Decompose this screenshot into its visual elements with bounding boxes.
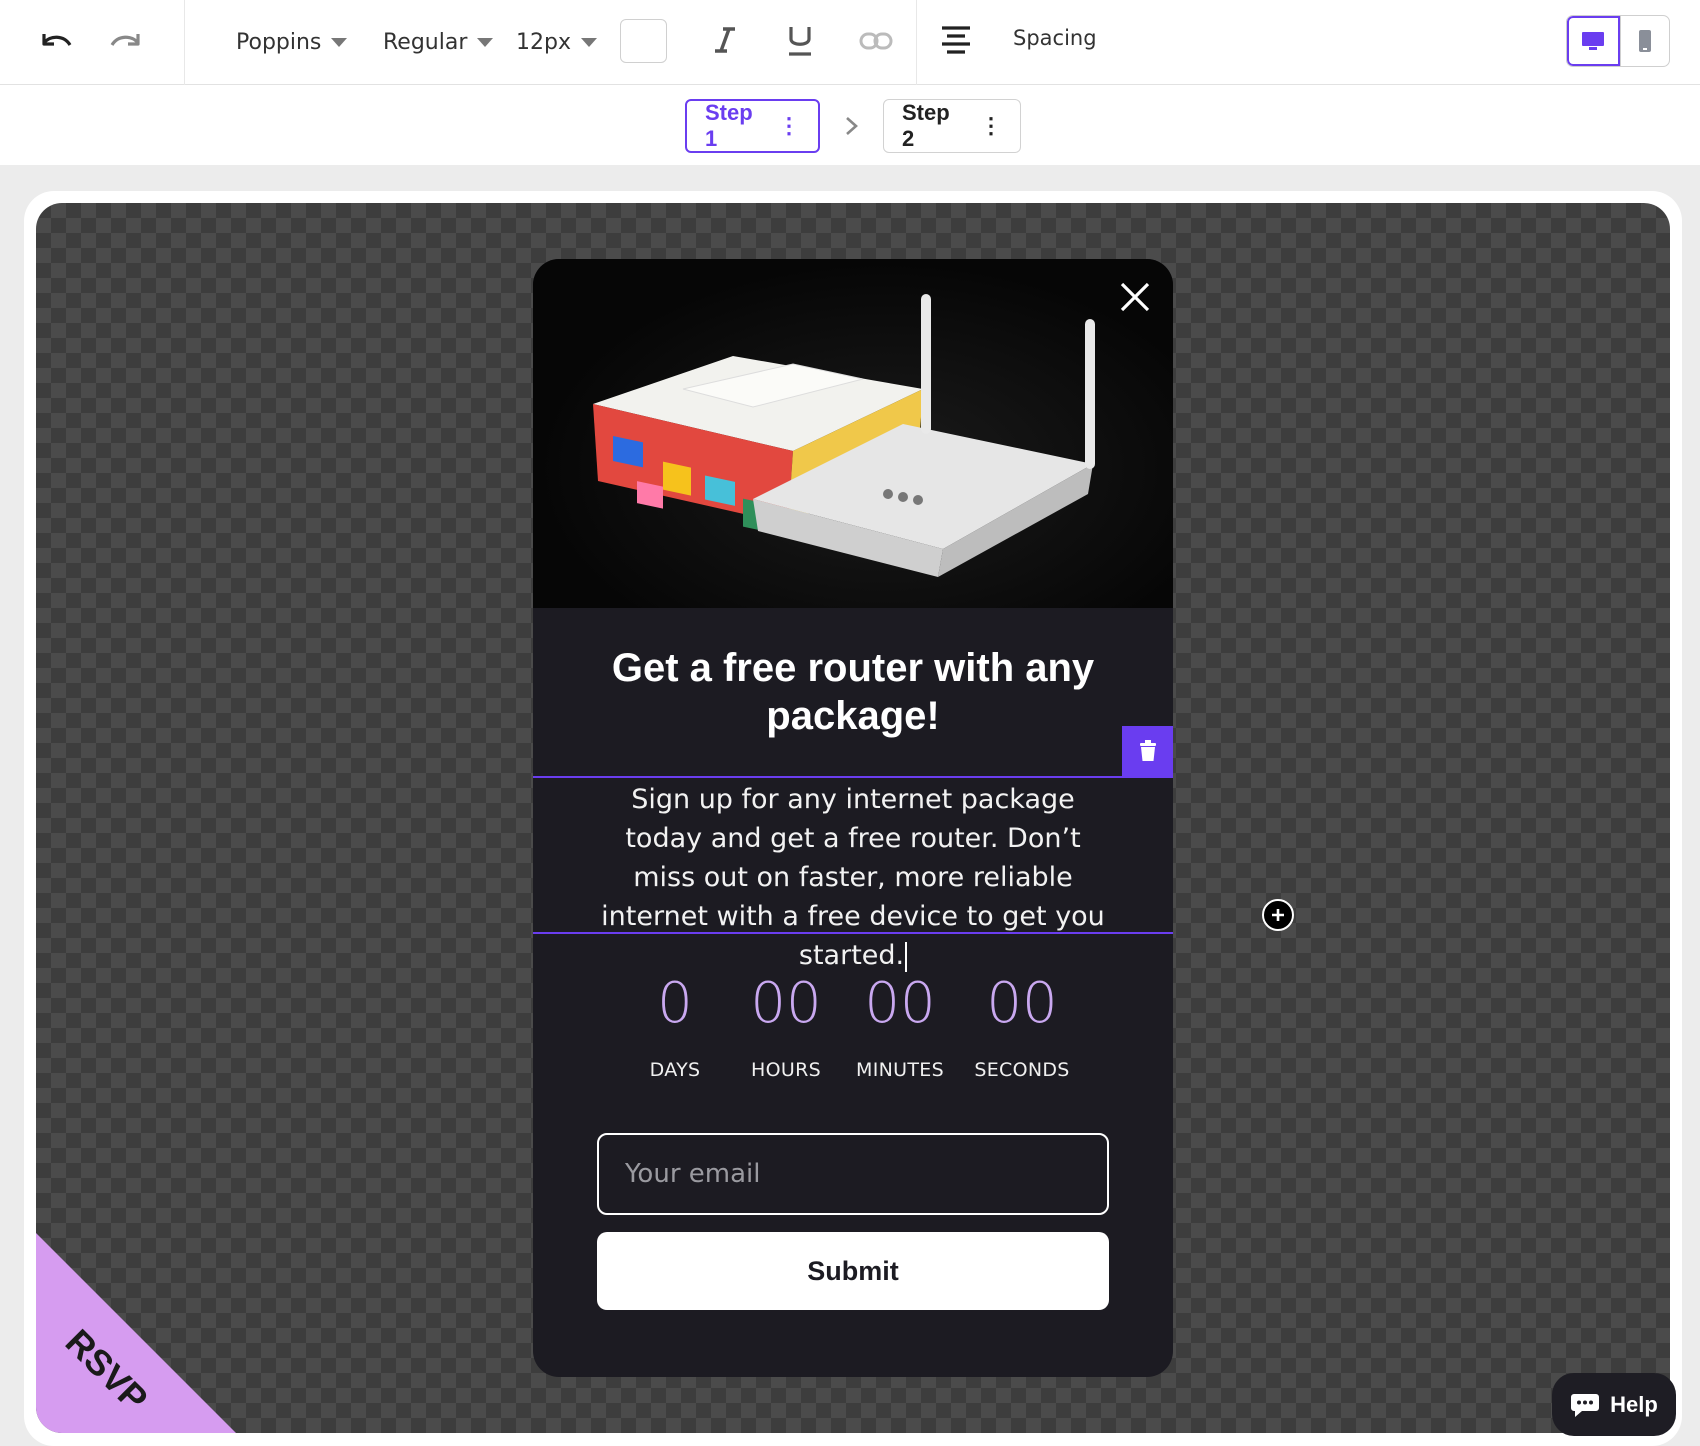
popup-headline[interactable]: Get a free router with any package!: [563, 644, 1143, 740]
align-center-icon: [942, 26, 970, 54]
undo-button[interactable]: [34, 22, 78, 62]
font-family-dropdown[interactable]: Poppins: [236, 24, 348, 60]
plus-icon: [1272, 909, 1284, 921]
mobile-view-button[interactable]: [1619, 16, 1670, 66]
body-text-content: Sign up for any internet package today a…: [601, 784, 1105, 971]
countdown-value: 00: [750, 971, 822, 1036]
trash-icon: [1139, 740, 1156, 761]
underline-icon: [789, 27, 811, 56]
toolbar-divider: [916, 0, 917, 85]
desktop-view-button[interactable]: [1567, 16, 1620, 66]
spacing-control[interactable]: Spacing: [1013, 26, 1097, 50]
add-block-button[interactable]: [1262, 899, 1294, 931]
undo-icon: [42, 34, 72, 46]
countdown-days: 0 DAYS: [650, 969, 701, 1081]
hero-image: [533, 259, 1173, 608]
countdown-value: 00: [986, 971, 1058, 1036]
chevron-down-icon: [477, 37, 494, 47]
link-button[interactable]: [856, 22, 896, 60]
email-field[interactable]: [597, 1133, 1109, 1215]
step-1-tab[interactable]: Step 1 ⋮: [685, 99, 820, 153]
font-size-value: 12px: [516, 29, 571, 55]
router-product-image: [593, 294, 1095, 577]
countdown-value: 0: [657, 971, 693, 1036]
mobile-icon: [1638, 30, 1651, 52]
countdown-label: SECONDS: [974, 1059, 1070, 1081]
italic-icon: [715, 27, 735, 53]
help-button[interactable]: Help: [1552, 1373, 1676, 1436]
italic-button[interactable]: [705, 20, 745, 60]
countdown-value: 00: [864, 971, 936, 1036]
text-cursor: [905, 941, 908, 972]
font-family-value: Poppins: [236, 29, 322, 55]
chevron-right-icon: [846, 117, 858, 135]
countdown-timer: 0 DAYS 00 HOURS 00 MINUTES 00 SECONDS: [533, 969, 1173, 1129]
popup-body-text[interactable]: Sign up for any internet package today a…: [533, 776, 1173, 972]
align-center-button[interactable]: [936, 20, 976, 60]
redo-icon: [110, 34, 140, 46]
help-label: Help: [1610, 1391, 1658, 1417]
countdown-seconds: 00 SECONDS: [974, 969, 1069, 1081]
desktop-icon: [1582, 32, 1605, 50]
text-color-swatch[interactable]: [620, 19, 667, 63]
countdown-minutes: 00 MINUTES: [856, 969, 944, 1081]
font-size-dropdown[interactable]: 12px: [516, 24, 597, 60]
chevron-down-icon: [580, 37, 597, 47]
countdown-label: HOURS: [751, 1059, 821, 1081]
editor-toolbar: Poppins Regular 12px Spacing: [0, 0, 1700, 85]
step-2-tab[interactable]: Step 2 ⋮: [883, 99, 1021, 153]
step-label: Step 2: [902, 100, 950, 151]
countdown-label: DAYS: [649, 1059, 701, 1081]
font-weight-dropdown[interactable]: Regular: [383, 24, 494, 60]
countdown-hours: 00 HOURS: [750, 969, 821, 1081]
close-icon[interactable]: [1117, 279, 1153, 315]
font-weight-value: Regular: [383, 29, 468, 55]
redo-button[interactable]: [104, 22, 148, 62]
more-options-icon[interactable]: ⋮: [778, 115, 800, 137]
popup-modal: Get a free router with any package! Sign…: [533, 259, 1173, 1377]
countdown-label: MINUTES: [856, 1059, 944, 1081]
device-toggle: [1566, 15, 1670, 67]
submit-button[interactable]: Submit: [597, 1232, 1109, 1310]
rsvp-corner-badge[interactable]: RSVP: [36, 1233, 236, 1433]
chevron-down-icon: [331, 37, 348, 47]
step-label: Step 1: [705, 100, 753, 151]
delete-block-button[interactable]: [1122, 726, 1173, 776]
steps-bar: Step 1 ⋮ Step 2 ⋮: [0, 85, 1700, 165]
toolbar-divider: [184, 0, 185, 85]
chat-bubble-icon: [1571, 1393, 1600, 1417]
more-options-icon[interactable]: ⋮: [980, 115, 1002, 137]
link-icon: [859, 32, 893, 50]
underline-button[interactable]: [780, 20, 820, 62]
